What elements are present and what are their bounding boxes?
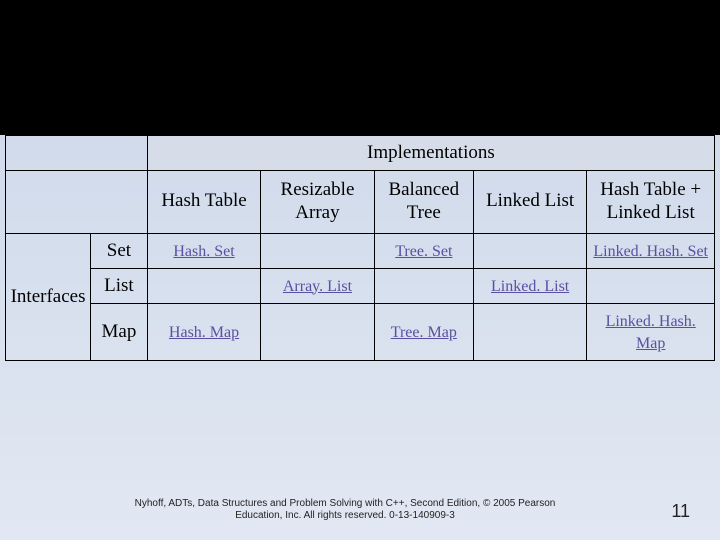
link-linkedlist[interactable]: Linked. List [491,278,569,295]
row-label-list: List [91,268,148,303]
collections-table-wrapper: Implementations Hash Table Resizable Arr… [0,135,720,361]
row-label-set: Set [91,233,148,268]
row-group-interfaces: Interfaces [6,233,91,360]
footer-page-number: 11 [671,501,690,522]
col-header-resizable-array: Resizable Array [261,171,374,234]
header-empty-left [6,171,148,234]
table-row: List Array. List Linked. List [6,268,715,303]
cell-list-linkedhash [587,268,715,303]
column-headers-row: Hash Table Resizable Array Balanced Tree… [6,171,715,234]
cell-map-hash: Hash. Map [147,303,260,360]
cell-map-tree: Tree. Map [374,303,473,360]
cell-map-array [261,303,374,360]
col-header-hash-table: Hash Table [147,171,260,234]
collections-table: Implementations Hash Table Resizable Arr… [5,135,715,361]
link-linkedhashset[interactable]: Linked. Hash. Set [593,243,708,260]
cell-set-tree: Tree. Set [374,233,473,268]
header-implementations: Implementations [147,136,714,171]
col-header-linked-list: Linked List [473,171,586,234]
cell-set-hash: Hash. Set [147,233,260,268]
col-header-hash-plus-linked: Hash Table + Linked List [587,171,715,234]
footer-citation: Nyhoff, ADTs, Data Structures and Proble… [130,498,560,522]
link-treeset[interactable]: Tree. Set [395,243,452,260]
cell-set-linked [473,233,586,268]
link-hashset[interactable]: Hash. Set [173,243,234,260]
header-empty-top-left [6,136,148,171]
cell-list-array: Array. List [261,268,374,303]
table-header-row: Implementations [6,136,715,171]
cell-list-tree [374,268,473,303]
table-row: Map Hash. Map Tree. Map Linked. Hash. Ma… [6,303,715,360]
row-label-map: Map [91,303,148,360]
cell-map-linked [473,303,586,360]
cell-list-linked: Linked. List [473,268,586,303]
slide-black-header [0,0,720,135]
table-row: Interfaces Set Hash. Set Tree. Set Linke… [6,233,715,268]
cell-set-linkedhash: Linked. Hash. Set [587,233,715,268]
cell-map-linkedhash: Linked. Hash. Map [587,303,715,360]
link-linkedhashmap[interactable]: Linked. Hash. Map [606,313,696,352]
col-header-balanced-tree: Balanced Tree [374,171,473,234]
link-hashmap[interactable]: Hash. Map [169,324,239,341]
cell-set-array [261,233,374,268]
link-treemap[interactable]: Tree. Map [391,324,457,341]
cell-list-hash [147,268,260,303]
slide-footer: Nyhoff, ADTs, Data Structures and Proble… [0,498,720,522]
link-arraylist[interactable]: Array. List [283,278,352,295]
